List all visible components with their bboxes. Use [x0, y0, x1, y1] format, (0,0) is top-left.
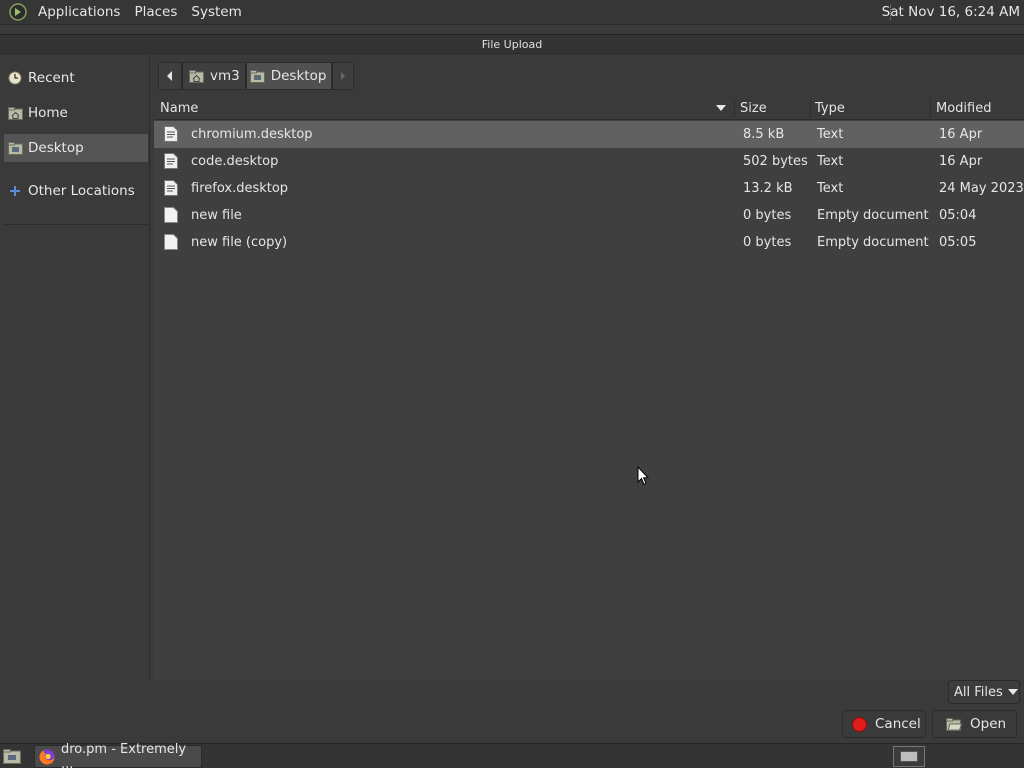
blank-file-icon [164, 207, 178, 223]
file-modified: 16 Apr [939, 127, 983, 142]
column-divider [810, 99, 811, 117]
text-file-icon [164, 180, 178, 196]
home-folder-icon [7, 105, 23, 121]
text-file-icon [164, 153, 178, 169]
desktop-folder-icon [249, 69, 265, 83]
open-button[interactable]: Open [932, 710, 1017, 738]
file-filter-value: All Files [954, 684, 1003, 700]
sidebar-item-label: Desktop [28, 140, 84, 156]
chevron-down-icon [1007, 689, 1018, 695]
places-sidebar: Recent Home Desktop Other Locations [2, 55, 150, 680]
chevron-left-icon [167, 71, 172, 81]
sidebar-item-home[interactable]: Home [4, 99, 148, 127]
taskbar-window-label: dro.pm - Extremely ... [61, 741, 187, 768]
column-divider [734, 99, 735, 117]
plus-icon [7, 183, 23, 199]
show-desktop-icon[interactable] [2, 747, 22, 766]
sidebar-divider [4, 224, 148, 225]
file-type: Empty document [817, 235, 929, 250]
sort-descending-icon[interactable] [716, 105, 726, 111]
file-row[interactable]: code.desktop 502 bytes Text 16 Apr [154, 148, 1024, 175]
path-segment-label: Desktop [270, 68, 327, 84]
path-segment-desktop[interactable]: Desktop [245, 62, 333, 90]
sidebar-item-label: Home [28, 105, 68, 121]
file-type: Empty document [817, 208, 929, 223]
path-back-button[interactable] [158, 62, 182, 90]
sidebar-item-label: Recent [28, 70, 75, 86]
file-row[interactable]: firefox.desktop 13.2 kB Text 24 May 2023 [154, 175, 1024, 202]
file-modified: 05:05 [939, 235, 977, 250]
sidebar-item-label: Other Locations [28, 183, 135, 199]
places-menu[interactable]: Places [130, 4, 181, 20]
mouse-cursor-icon [637, 466, 649, 486]
file-list[interactable]: Name Size Type Modified chromium.desktop… [154, 96, 1024, 680]
column-header-type[interactable]: Type [815, 101, 845, 116]
taskbar: dro.pm - Extremely ... [0, 741, 1024, 768]
blank-file-icon [164, 234, 178, 250]
file-modified: 16 Apr [939, 154, 983, 169]
file-size: 13.2 kB [743, 181, 793, 196]
sidebar-item-other-locations[interactable]: Other Locations [4, 177, 148, 205]
clock[interactable]: Sat Nov 16, 6:24 AM [882, 4, 1020, 20]
file-filter-dropdown[interactable]: All Files [948, 680, 1020, 704]
file-name: code.desktop [191, 154, 279, 169]
sidebar-item-recent[interactable]: Recent [4, 64, 148, 92]
cancel-button-label: Cancel [875, 716, 921, 732]
column-header-name[interactable]: Name [160, 101, 198, 116]
file-list-header: Name Size Type Modified [154, 96, 1024, 120]
chevron-right-icon [341, 72, 346, 80]
path-segment-label: vm3 [210, 68, 240, 84]
file-size: 502 bytes [743, 154, 808, 169]
cancel-icon [852, 716, 867, 732]
mate-logo-icon[interactable] [8, 2, 28, 22]
file-size: 0 bytes [743, 208, 792, 223]
cancel-button[interactable]: Cancel [842, 710, 926, 738]
file-name: new file [191, 208, 242, 223]
file-type: Text [817, 127, 844, 142]
firefox-icon [39, 749, 55, 765]
file-modified: 24 May 2023 [939, 181, 1024, 196]
file-size: 8.5 kB [743, 127, 785, 142]
file-row[interactable]: new file (copy) 0 bytes Empty document 0… [154, 229, 1024, 256]
workspace-window-thumbnail [900, 751, 918, 762]
file-name: firefox.desktop [191, 181, 289, 196]
taskbar-window-button[interactable]: dro.pm - Extremely ... [34, 741, 202, 768]
file-size: 0 bytes [743, 235, 792, 250]
system-menu[interactable]: System [187, 4, 245, 20]
text-file-icon [164, 126, 178, 142]
dialog-title: File Upload [0, 34, 1024, 54]
column-header-size[interactable]: Size [740, 101, 767, 116]
file-modified: 05:04 [939, 208, 977, 223]
home-folder-icon [189, 69, 204, 83]
file-row[interactable]: new file 0 bytes Empty document 05:04 [154, 202, 1024, 229]
folder-open-icon [946, 717, 962, 731]
file-type: Text [817, 154, 844, 169]
workspace-switcher[interactable] [893, 746, 925, 767]
file-type: Text [817, 181, 844, 196]
column-header-modified[interactable]: Modified [936, 101, 991, 116]
top-panel: Applications Places System Sat Nov 16, 6… [0, 0, 1024, 25]
desktop-folder-icon [7, 140, 23, 156]
file-name: new file (copy) [191, 235, 288, 250]
file-name: chromium.desktop [191, 127, 313, 142]
clock-icon [7, 70, 23, 86]
path-bar: vm3 Desktop [158, 62, 355, 90]
file-row[interactable]: chromium.desktop 8.5 kB Text 16 Apr [154, 121, 1024, 148]
path-forward-button[interactable] [332, 62, 355, 90]
open-button-label: Open [970, 716, 1007, 732]
applications-menu[interactable]: Applications [34, 4, 124, 20]
column-divider [930, 99, 931, 117]
sidebar-item-desktop[interactable]: Desktop [4, 134, 148, 162]
path-segment-vm3[interactable]: vm3 [182, 62, 246, 90]
